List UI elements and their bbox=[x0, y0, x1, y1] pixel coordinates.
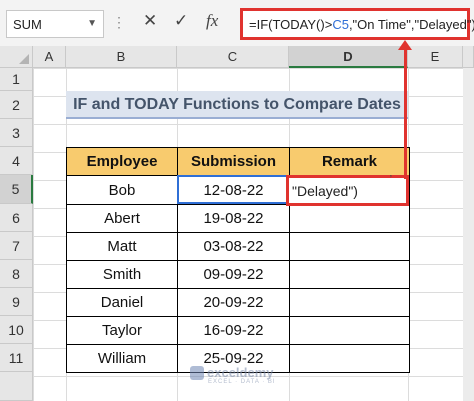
formula-prefix: =IF(TODAY()> bbox=[249, 17, 333, 32]
sheet-title[interactable]: IF and TODAY Functions to Compare Dates bbox=[66, 91, 408, 119]
more-options-icon[interactable]: ⋮ bbox=[112, 14, 126, 31]
employee-cell[interactable]: Matt bbox=[66, 232, 178, 261]
remark-cell[interactable] bbox=[289, 260, 410, 289]
enter-icon[interactable]: ✓ bbox=[174, 11, 188, 31]
row-header-4[interactable]: 4 bbox=[0, 147, 33, 175]
cancel-icon[interactable]: ✕ bbox=[143, 11, 157, 31]
employee-cell[interactable]: Smith bbox=[66, 260, 178, 289]
remark-cell[interactable] bbox=[289, 232, 410, 261]
name-box-dropdown-icon[interactable]: ▼ bbox=[87, 18, 97, 29]
column-header-c[interactable]: C bbox=[177, 46, 289, 68]
row-header-1[interactable]: 1 bbox=[0, 68, 33, 91]
submission-cell[interactable]: 16-09-22 bbox=[177, 316, 290, 345]
employee-cell[interactable]: Daniel bbox=[66, 288, 178, 317]
header-employee[interactable]: Employee bbox=[66, 147, 178, 176]
row-header-12 bbox=[0, 372, 33, 401]
row-header-7[interactable]: 7 bbox=[0, 232, 33, 260]
table-row: Taylor 16-09-22 bbox=[66, 316, 410, 345]
overflow-text: ’ bbox=[389, 174, 392, 185]
row-header-2[interactable]: 2 bbox=[0, 91, 33, 119]
employee-cell[interactable]: William bbox=[66, 344, 178, 373]
column-header-d[interactable]: D bbox=[289, 46, 408, 68]
row-header-5[interactable]: 5 bbox=[0, 175, 33, 204]
column-header-scroll bbox=[463, 46, 474, 68]
submission-cell[interactable]: 03-08-22 bbox=[177, 232, 290, 261]
row-header-8[interactable]: 8 bbox=[0, 260, 33, 288]
row-header-3[interactable]: 3 bbox=[0, 119, 33, 147]
formula-cell-reference: C5 bbox=[332, 17, 349, 32]
remark-cell[interactable] bbox=[289, 316, 410, 345]
watermark-subtitle: EXCEL · DATA · BI bbox=[208, 379, 276, 385]
table-row: Abert 19-08-22 bbox=[66, 204, 410, 233]
name-box[interactable]: SUM ▼ bbox=[6, 10, 104, 38]
employee-cell[interactable]: Abert bbox=[66, 204, 178, 233]
formula-text: =IF(TODAY()>C5,"On Time","Delayed") bbox=[249, 17, 474, 32]
submission-cell[interactable]: 20-09-22 bbox=[177, 288, 290, 317]
row-header-6[interactable]: 6 bbox=[0, 204, 33, 232]
header-submission[interactable]: Submission bbox=[177, 147, 290, 176]
vertical-scrollbar[interactable] bbox=[463, 68, 474, 401]
cell-edit-text: "Delayed") bbox=[292, 183, 358, 199]
row-header-11[interactable]: 11 bbox=[0, 344, 33, 372]
column-header-a[interactable]: A bbox=[33, 46, 66, 68]
employee-cell[interactable]: Taylor bbox=[66, 316, 178, 345]
formula-suffix: ,"On Time","Delayed") bbox=[348, 17, 474, 32]
table-row: Matt 03-08-22 bbox=[66, 232, 410, 261]
row-header-10[interactable]: 10 bbox=[0, 316, 33, 344]
employee-cell[interactable]: Bob bbox=[66, 175, 178, 205]
referenced-cell-highlight bbox=[177, 175, 290, 204]
column-header-e[interactable]: E bbox=[408, 46, 463, 68]
exceldemy-logo-icon bbox=[190, 365, 204, 380]
name-box-value: SUM bbox=[13, 17, 42, 32]
table-row: Daniel 20-09-22 bbox=[66, 288, 410, 317]
table-row: Smith 09-09-22 bbox=[66, 260, 410, 289]
annotation-arrow-line bbox=[404, 47, 407, 179]
header-remark[interactable]: Remark bbox=[289, 147, 410, 176]
submission-cell[interactable]: 19-08-22 bbox=[177, 204, 290, 233]
row-header-9[interactable]: 9 bbox=[0, 288, 33, 316]
remark-cell[interactable] bbox=[289, 204, 410, 233]
submission-cell[interactable]: 09-09-22 bbox=[177, 260, 290, 289]
watermark: exceldemy EXCEL · DATA · BI bbox=[190, 364, 276, 385]
select-all-button[interactable] bbox=[0, 46, 33, 68]
remark-cell[interactable] bbox=[289, 344, 410, 373]
column-header-b[interactable]: B bbox=[66, 46, 177, 68]
table-header-row: Employee Submission Remark bbox=[66, 147, 410, 176]
cell-edit-box[interactable]: ’ "Delayed") bbox=[286, 174, 409, 206]
annotation-arrow-head-icon bbox=[398, 40, 412, 50]
remark-cell[interactable] bbox=[289, 288, 410, 317]
insert-function-icon[interactable]: fx bbox=[206, 11, 218, 31]
formula-input[interactable]: =IF(TODAY()>C5,"On Time","Delayed") bbox=[240, 8, 474, 40]
